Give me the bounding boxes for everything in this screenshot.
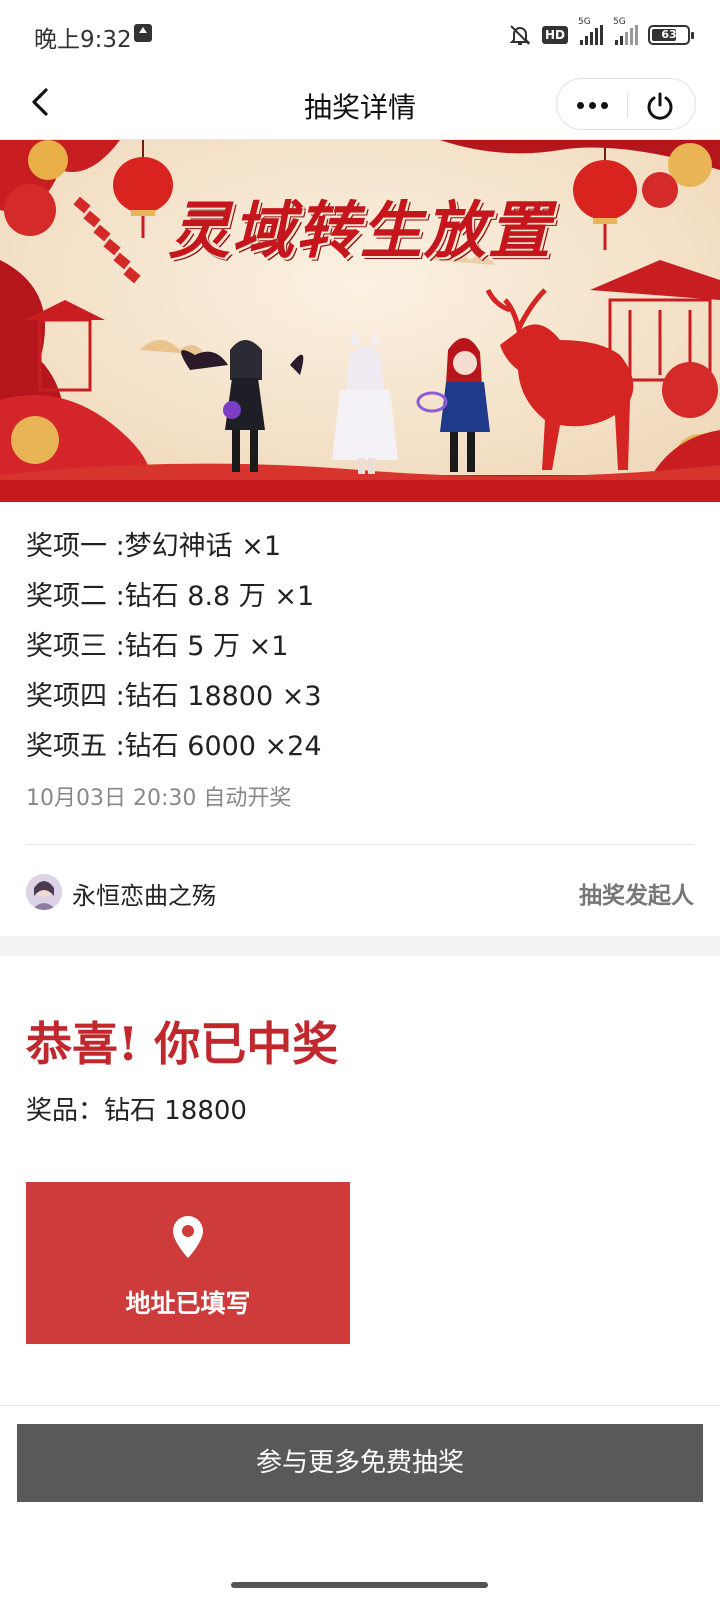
prize-item: 奖项一 :梦幻神话 ×1 — [26, 531, 282, 562]
close-button[interactable] — [643, 89, 677, 123]
signal-icon: 5G — [578, 17, 603, 45]
address-button-label: 地址已填写 — [125, 1289, 251, 1318]
mini-program-capsule — [556, 78, 696, 130]
status-bar: 晚上9:32 HD 5G 5G 63 — [0, 0, 720, 70]
network-label: 5G — [578, 17, 591, 27]
prize-item: 奖项五 :钻石 6000 ×24 — [26, 731, 322, 762]
battery-icon: 63 — [648, 25, 694, 45]
congrats-title: 恭喜! 你已中奖 — [26, 1017, 339, 1071]
prize-item: 奖项四 :钻石 18800 ×3 — [26, 681, 322, 712]
mute-bell-icon — [508, 23, 532, 47]
organizer-row[interactable]: 永恒恋曲之殇 抽奖发起人 — [26, 872, 694, 912]
prize-item: 奖项二 :钻石 8.8 万 ×1 — [26, 581, 315, 612]
signal-icon: 5G — [613, 17, 638, 45]
battery-level: 63 — [661, 28, 677, 41]
more-button[interactable] — [557, 79, 627, 131]
organizer-role: 抽奖发起人 — [579, 883, 694, 909]
upload-icon — [134, 24, 152, 42]
avatar[interactable] — [26, 874, 62, 910]
location-pin-icon — [173, 1216, 203, 1258]
won-prize: 奖品：钻石 18800 — [26, 1096, 247, 1126]
hd-icon: HD — [541, 26, 568, 44]
game-banner: 灵域转生放置 — [0, 140, 720, 502]
prize-list: 奖项一 :梦幻神话 ×1 奖项二 :钻石 8.8 万 ×1 奖项三 :钻石 5 … — [26, 522, 694, 772]
organizer-name: 永恒恋曲之殇 — [72, 882, 216, 910]
more-lotteries-button[interactable]: 参与更多免费抽奖 — [17, 1424, 703, 1502]
banner-title: 灵域转生放置 — [167, 194, 552, 267]
power-icon — [647, 92, 673, 120]
divider — [0, 1405, 720, 1406]
nav-bar: 抽奖详情 — [0, 70, 720, 140]
capsule-divider — [627, 92, 628, 118]
status-icons: HD 5G 5G 63 — [508, 17, 694, 50]
status-time: 晚上9:32 — [34, 27, 132, 53]
section-separator — [0, 936, 720, 956]
more-dots-icon — [576, 101, 584, 109]
prize-item: 奖项三 :钻石 5 万 ×1 — [26, 631, 289, 662]
address-filled-button[interactable]: 地址已填写 — [26, 1182, 350, 1344]
home-indicator[interactable] — [231, 1582, 488, 1588]
network-label: 5G — [613, 17, 626, 27]
divider — [26, 844, 694, 845]
draw-time: 10月03日 20:30 自动开奖 — [26, 786, 292, 811]
